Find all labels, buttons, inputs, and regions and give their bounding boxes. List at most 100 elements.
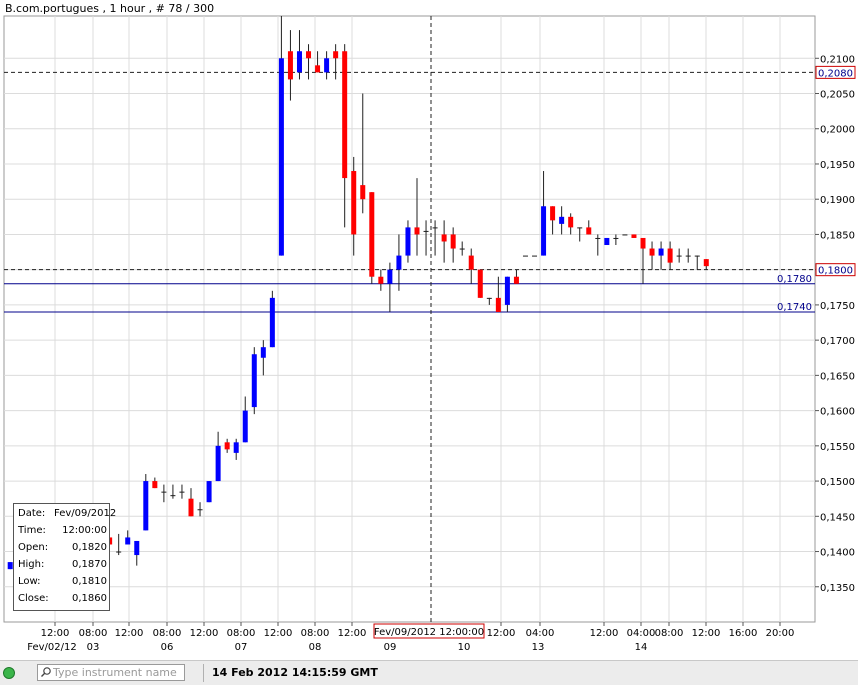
candle-body <box>640 237 646 249</box>
candle-body <box>550 206 556 221</box>
candle[interactable] <box>369 192 375 284</box>
x-time-label: 08:00 <box>301 628 330 639</box>
candle-body <box>143 481 149 531</box>
candle-body <box>296 51 302 73</box>
info-date-row: Date: Fev/09/2012 <box>18 506 116 523</box>
candle-body <box>333 51 339 59</box>
y-tick-label: 0,1700 <box>820 336 855 347</box>
candle-body <box>432 227 438 229</box>
y-tick-label: 0,2050 <box>820 90 855 101</box>
candle-body <box>197 509 203 511</box>
y-tick-label: 0,1400 <box>820 548 855 559</box>
candle-body <box>622 234 628 236</box>
candle-body <box>342 51 348 179</box>
price-marker-label: 0,2080 <box>818 68 853 79</box>
candle-body <box>224 442 230 450</box>
candle-body <box>694 255 700 257</box>
candle-body <box>676 255 682 257</box>
candle-body <box>522 255 528 257</box>
candle[interactable] <box>522 255 528 257</box>
x-time-label: 04:00 <box>526 628 555 639</box>
y-tick-label: 0,1500 <box>820 477 855 488</box>
info-date-value: Fev/09/2012 <box>54 508 117 519</box>
price-level-label: 0,1740 <box>777 302 812 313</box>
candle[interactable] <box>7 562 13 570</box>
candle-body <box>577 227 583 229</box>
y-tick-label: 0,1850 <box>820 230 855 241</box>
instrument-search-input[interactable] <box>53 665 183 680</box>
candle[interactable] <box>477 269 483 298</box>
candle-body <box>604 237 610 246</box>
candle-body <box>667 248 673 263</box>
info-time-row: Time: 12:00:00 <box>18 523 107 540</box>
info-date-label: Date: <box>18 508 46 519</box>
candle-body <box>242 410 248 443</box>
candle-body <box>568 216 574 228</box>
info-high-value: 0,1870 <box>72 559 107 570</box>
candle-body <box>152 481 158 489</box>
candle-body <box>459 248 465 250</box>
x-date-label: 06 <box>161 642 174 653</box>
x-time-label: 12:00 <box>190 628 219 639</box>
candle-body <box>170 495 176 497</box>
candle[interactable] <box>622 234 628 236</box>
y-tick-label: 0,2000 <box>820 125 855 136</box>
x-time-label: 12:00 <box>590 628 619 639</box>
candle[interactable] <box>251 347 257 415</box>
candle-body <box>468 255 474 270</box>
x-date-label: 10 <box>458 642 471 653</box>
info-open-label: Open: <box>18 542 49 553</box>
x-date-label: 09 <box>384 642 397 653</box>
info-time-value: 12:00:00 <box>62 525 107 536</box>
candle-body <box>405 227 411 256</box>
candle[interactable] <box>206 481 212 503</box>
status-divider <box>203 664 204 682</box>
y-tick-label: 0,1350 <box>820 583 855 594</box>
candle-body <box>423 230 429 232</box>
x-date-label: 14 <box>635 642 648 653</box>
candle-body <box>324 58 330 73</box>
candle-body <box>586 227 592 235</box>
ohlc-info-box: Date: Fev/09/2012 Time: 12:00:00 Open: 0… <box>13 503 116 611</box>
candle-body <box>206 481 212 503</box>
info-time-label: Time: <box>18 525 46 536</box>
y-tick-label: 0,1900 <box>820 195 855 206</box>
x-date-label: 08 <box>309 642 322 653</box>
info-close-label: Close: <box>18 593 49 604</box>
candle-body <box>658 248 664 256</box>
candle-body <box>541 206 547 256</box>
candle[interactable] <box>604 237 610 246</box>
candle-body <box>287 51 293 80</box>
y-tick-label: 0,1550 <box>820 442 855 453</box>
candle-body <box>378 276 384 284</box>
candle[interactable] <box>532 255 538 257</box>
candle-body <box>369 192 375 277</box>
candle-body <box>559 216 565 224</box>
candle-body <box>649 248 655 256</box>
candle-body <box>613 237 619 239</box>
info-low-value: 0,1810 <box>72 576 107 587</box>
y-tick-label: 0,1950 <box>820 160 855 171</box>
x-date-label: Fev/02/12 <box>27 642 76 653</box>
candle[interactable] <box>631 234 637 238</box>
instrument-search[interactable] <box>37 664 185 681</box>
candle-body <box>306 51 312 59</box>
candle-body <box>631 234 637 238</box>
candle-body <box>188 498 194 517</box>
info-open-row: Open: 0,1820 <box>18 540 107 557</box>
x-time-label: 16:00 <box>729 628 758 639</box>
price-chart[interactable]: 0,1780 0,1740 0,1350 0,1400 0,1450 0,1500 0,1… <box>0 0 858 660</box>
candle[interactable] <box>143 474 149 531</box>
y-tick-label: 0,1750 <box>820 301 855 312</box>
info-close-value: 0,1860 <box>72 593 107 604</box>
candle[interactable] <box>269 290 275 348</box>
candle-body <box>685 255 691 257</box>
x-time-label: 12:00 <box>487 628 516 639</box>
candle-body <box>414 227 420 235</box>
x-time-label: 12:00 <box>338 628 367 639</box>
info-high-label: High: <box>18 559 45 570</box>
candle-body <box>360 185 366 200</box>
candle-body <box>495 297 501 312</box>
info-low-row: Low: 0,1810 <box>18 574 107 591</box>
candle-body <box>513 276 519 284</box>
